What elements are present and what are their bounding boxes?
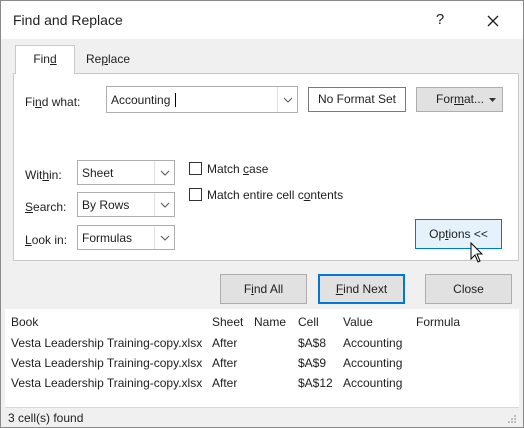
search-value: By Rows <box>82 198 130 212</box>
find-what-label: Find what: <box>25 95 81 109</box>
dialog-title: Find and Replace <box>13 12 123 28</box>
within-dropdown[interactable] <box>154 161 174 184</box>
chevron-down-icon <box>160 235 170 241</box>
row-sheet: After <box>212 356 238 370</box>
dialog-body: Find Replace Find what: Accounting No Fo… <box>1 39 523 427</box>
row-cell: $A$8 <box>298 336 327 350</box>
look-in-value: Formulas <box>82 231 133 245</box>
find-what-dropdown[interactable] <box>277 87 297 112</box>
column-header-value[interactable]: Value <box>343 315 373 329</box>
status-text: 3 cell(s) found <box>8 411 84 425</box>
find-all-button[interactable]: Find All <box>220 274 307 304</box>
tab-replace[interactable]: Replace <box>77 47 139 73</box>
status-bar: 3 cell(s) found <box>5 407 519 426</box>
within-select[interactable]: Sheet <box>77 160 175 185</box>
look-in-dropdown[interactable] <box>154 226 174 249</box>
within-value: Sheet <box>82 166 114 180</box>
close-button[interactable]: Close <box>425 274 512 304</box>
chevron-down-icon <box>160 202 170 208</box>
match-case-label[interactable]: Match case <box>207 162 268 176</box>
row-sheet: After <box>212 376 238 390</box>
options-button[interactable]: Options << <box>415 219 502 249</box>
format-button[interactable]: Format... <box>416 87 503 112</box>
row-book: Vesta Leadership Training-copy.xlsx <box>11 376 203 390</box>
column-header-cell[interactable]: Cell <box>298 315 319 329</box>
options-button-label: Options << <box>429 227 488 241</box>
row-sheet: After <box>212 336 238 350</box>
close-window-button[interactable] <box>479 9 507 33</box>
format-preview: No Format Set <box>308 87 406 112</box>
find-what-combobox[interactable]: Accounting <box>106 86 298 113</box>
column-header-name[interactable]: Name <box>254 315 286 329</box>
search-label: Search: <box>25 200 67 214</box>
format-button-label: Format... <box>436 92 485 106</box>
row-cell: $A$12 <box>298 376 333 390</box>
find-what-input[interactable]: Accounting <box>111 87 170 113</box>
tab-find[interactable]: Find <box>15 45 75 74</box>
chevron-down-icon <box>283 97 293 103</box>
row-cell: $A$9 <box>298 356 327 370</box>
find-replace-dialog: Find and Replace ? Find Replace Find wha… <box>0 0 524 428</box>
tab-replace-label: Replace <box>85 52 131 66</box>
look-in-select[interactable]: Formulas <box>77 225 175 250</box>
title-bar[interactable]: Find and Replace ? <box>1 1 523 39</box>
column-header-book[interactable]: Book <box>11 315 38 329</box>
row-value: Accounting <box>343 376 403 390</box>
find-options-panel: Find what: Accounting No Format Set Form… <box>13 73 519 263</box>
within-label: Within: <box>25 168 62 182</box>
match-case-checkbox[interactable] <box>189 162 202 175</box>
row-book: Vesta Leadership Training-copy.xlsx <box>11 336 203 350</box>
dropdown-arrow-icon <box>489 98 496 102</box>
chevron-down-icon <box>160 170 170 176</box>
row-value: Accounting <box>343 356 403 370</box>
resize-grip-icon[interactable] <box>507 414 517 424</box>
find-next-label: Find Next <box>335 282 388 296</box>
row-value: Accounting <box>343 336 403 350</box>
search-select[interactable]: By Rows <box>77 192 175 217</box>
help-button[interactable]: ? <box>428 9 452 33</box>
find-next-button[interactable]: Find Next <box>318 274 405 304</box>
match-entire-label[interactable]: Match entire cell contents <box>207 188 343 202</box>
find-all-label: Find All <box>243 282 284 296</box>
match-entire-checkbox[interactable] <box>189 188 202 201</box>
results-list[interactable]: Book Sheet Name Cell Value Formula Vesta… <box>5 309 519 407</box>
search-dropdown[interactable] <box>154 193 174 216</box>
mouse-pointer-icon <box>470 242 484 263</box>
look-in-label: Look in: <box>25 233 68 247</box>
tab-find-label: Find <box>33 52 57 66</box>
column-header-formula[interactable]: Formula <box>416 315 460 329</box>
close-icon <box>487 15 499 27</box>
column-header-sheet[interactable]: Sheet <box>212 315 243 329</box>
text-cursor <box>175 93 176 107</box>
row-book: Vesta Leadership Training-copy.xlsx <box>11 356 203 370</box>
